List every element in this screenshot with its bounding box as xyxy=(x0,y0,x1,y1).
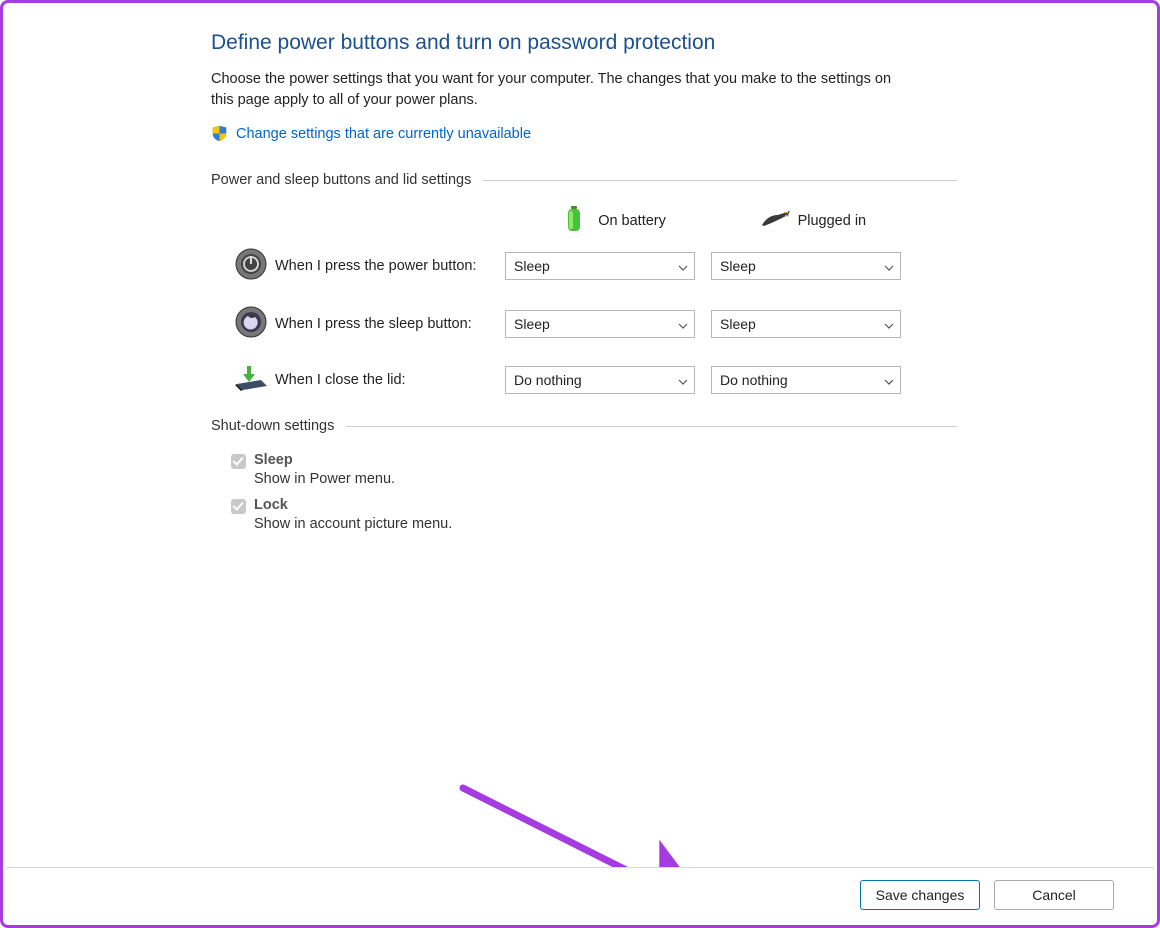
col-battery: On battery xyxy=(560,206,757,236)
row-power-button: When I press the power button: Sleep Sle… xyxy=(227,248,957,284)
page-title: Define power buttons and turn on passwor… xyxy=(211,31,957,55)
select-lid-plugged[interactable]: Do nothing xyxy=(711,366,901,394)
columns-header: On battery Plugged in xyxy=(227,206,957,236)
admin-link-row: Change settings that are currently unava… xyxy=(211,125,957,142)
checkbox-icon xyxy=(231,499,246,514)
chevron-down-icon xyxy=(678,372,688,388)
page-description: Choose the power settings that you want … xyxy=(211,69,911,111)
select-value: Sleep xyxy=(514,258,550,274)
row-close-lid-label: When I close the lid: xyxy=(275,372,505,388)
select-sleep-plugged[interactable]: Sleep xyxy=(711,310,901,338)
chevron-down-icon xyxy=(678,258,688,274)
row-sleep-button-label: When I press the sleep button: xyxy=(275,316,505,332)
select-sleep-battery[interactable]: Sleep xyxy=(505,310,695,338)
change-unavailable-settings-link[interactable]: Change settings that are currently unava… xyxy=(236,126,531,142)
row-close-lid: When I close the lid: Do nothing Do noth… xyxy=(227,364,957,396)
col-plugged: Plugged in xyxy=(760,209,957,233)
select-power-battery[interactable]: Sleep xyxy=(505,252,695,280)
power-group-label: Power and sleep buttons and lid settings xyxy=(211,172,471,188)
checkbox-lock: Lock xyxy=(231,497,957,514)
checkbox-sleep: Sleep xyxy=(231,452,957,469)
checkbox-icon xyxy=(231,454,246,469)
chevron-down-icon xyxy=(884,258,894,274)
select-value: Sleep xyxy=(720,316,756,332)
plug-icon xyxy=(760,209,788,233)
power-button-icon xyxy=(235,248,267,284)
row-sleep-button: When I press the sleep button: Sleep Sle… xyxy=(227,306,957,342)
checkbox-sleep-label: Sleep xyxy=(254,452,293,468)
checkbox-lock-desc: Show in account picture menu. xyxy=(231,516,957,532)
row-power-button-label: When I press the power button: xyxy=(275,258,505,274)
close-lid-icon xyxy=(233,364,269,396)
uac-shield-icon xyxy=(211,125,228,142)
power-settings-group: Power and sleep buttons and lid settings xyxy=(211,172,957,396)
bottom-action-bar: Save changes Cancel xyxy=(6,867,1154,922)
col-battery-label: On battery xyxy=(598,213,666,229)
chevron-down-icon xyxy=(678,316,688,332)
select-lid-battery[interactable]: Do nothing xyxy=(505,366,695,394)
checkbox-lock-label: Lock xyxy=(254,497,288,513)
cancel-button[interactable]: Cancel xyxy=(994,880,1114,910)
chevron-down-icon xyxy=(884,372,894,388)
save-changes-button[interactable]: Save changes xyxy=(860,880,980,910)
select-value: Sleep xyxy=(720,258,756,274)
shutdown-settings-group: Shut-down settings Sleep Show in Power m… xyxy=(211,418,957,532)
select-value: Sleep xyxy=(514,316,550,332)
divider xyxy=(483,180,957,181)
shutdown-group-label: Shut-down settings xyxy=(211,418,334,434)
select-value: Do nothing xyxy=(720,372,788,388)
checkbox-sleep-desc: Show in Power menu. xyxy=(231,471,957,487)
col-plugged-label: Plugged in xyxy=(798,213,867,229)
select-power-plugged[interactable]: Sleep xyxy=(711,252,901,280)
chevron-down-icon xyxy=(884,316,894,332)
divider xyxy=(346,426,957,427)
battery-icon xyxy=(560,206,588,236)
sleep-button-icon xyxy=(235,306,267,342)
select-value: Do nothing xyxy=(514,372,582,388)
